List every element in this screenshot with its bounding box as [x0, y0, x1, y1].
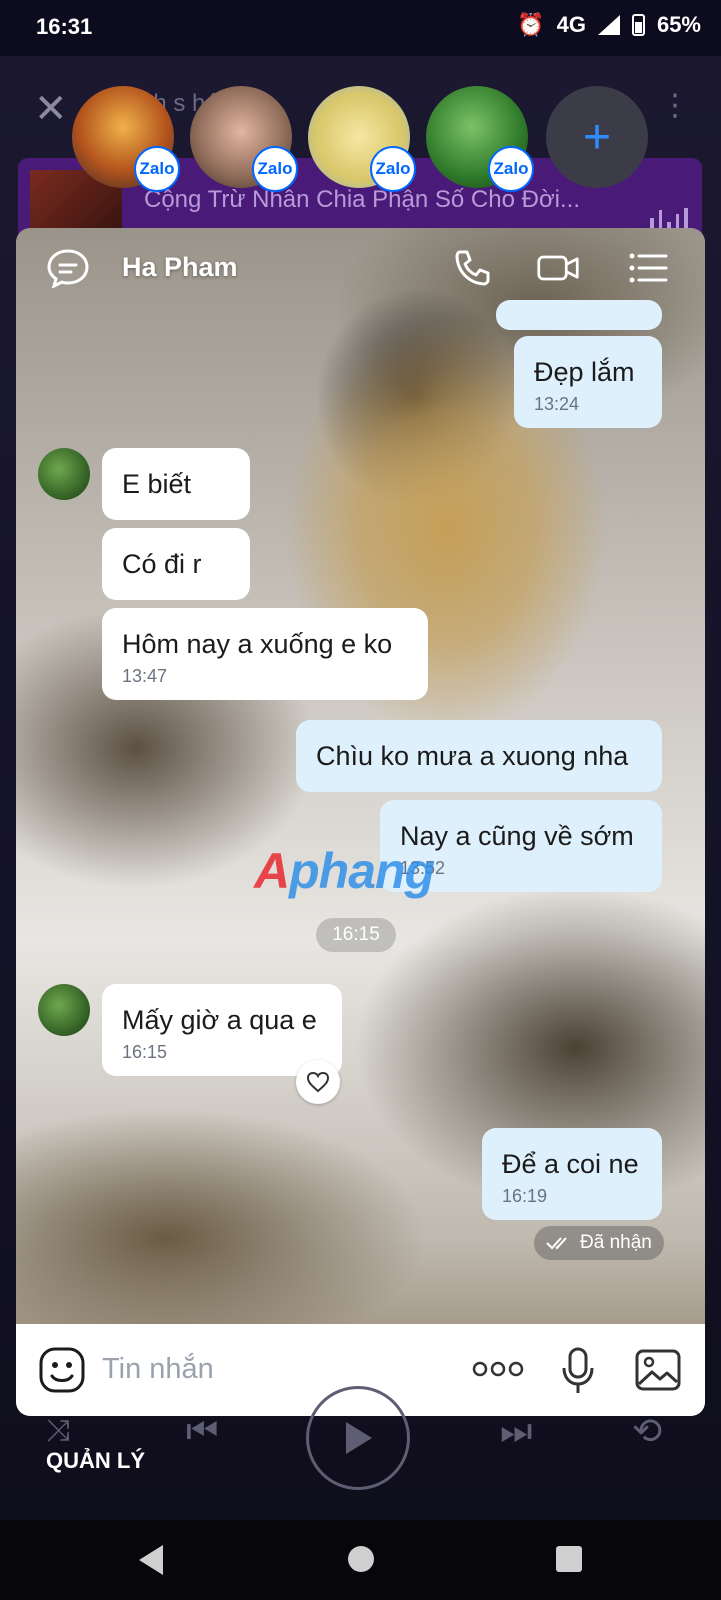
equalizer-icon [650, 206, 688, 230]
message-text: Mấy giờ a qua e [122, 1005, 317, 1035]
contact-avatar[interactable] [38, 448, 90, 500]
message-text: Hôm nay a xuống e ko [122, 629, 393, 659]
phone-icon[interactable] [452, 248, 496, 288]
sticker-emoji-icon[interactable] [38, 1346, 86, 1394]
previous-track-icon[interactable]: ⏮ [186, 1410, 218, 1453]
video-call-icon[interactable] [536, 248, 580, 288]
chat-window: Ha Pham Đẹp lắm 13:24 E biết Có đi r Hôm… [16, 228, 705, 1416]
message-bubble[interactable]: Để a coi ne 16:19 [482, 1128, 662, 1220]
navigation-bar [0, 1520, 721, 1600]
message-bubble[interactable]: Đẹp lắm 13:24 [514, 336, 662, 428]
chat-head-2[interactable]: Zalo [190, 86, 298, 192]
delivery-status-text: Đã nhận [580, 1232, 652, 1253]
message-text: Đẹp lắm [534, 357, 635, 387]
back-nav-icon[interactable] [136, 1542, 166, 1578]
message-text: Có đi r [122, 549, 202, 579]
network-type: 4G [556, 12, 586, 37]
message-input[interactable]: Tin nhắn [102, 1353, 214, 1386]
status-time: 16:31 [36, 14, 93, 39]
chat-bubble-icon[interactable] [46, 248, 90, 288]
zalo-badge: Zalo [488, 146, 534, 192]
battery-icon [631, 14, 645, 36]
contact-name[interactable]: Ha Pham [122, 252, 238, 283]
manage-label[interactable]: QUẢN LÝ [46, 1448, 145, 1474]
chat-options-icon[interactable] [626, 248, 670, 288]
repeat-icon[interactable]: ⟲ [632, 1410, 662, 1452]
message-time: 13:52 [400, 858, 446, 879]
signal-icon [597, 15, 620, 35]
home-nav-icon[interactable] [346, 1544, 376, 1574]
zalo-badge: Zalo [134, 146, 180, 192]
next-track-icon[interactable]: ⏭ [500, 1410, 532, 1453]
message-bubble[interactable]: Chìu ko mưa a xuong nha [296, 720, 662, 792]
chat-head-4[interactable]: Zalo [426, 86, 534, 192]
message-time: 16:19 [502, 1186, 548, 1207]
aphang-watermark: Aphang [254, 843, 435, 899]
double-check-icon [546, 1237, 567, 1250]
play-button[interactable] [306, 1386, 410, 1490]
heart-icon [306, 1071, 330, 1093]
react-heart-button[interactable] [296, 1060, 340, 1104]
add-chat-head-button[interactable]: + [546, 86, 648, 188]
message-time: 16:15 [122, 1042, 168, 1063]
image-gallery-icon[interactable] [634, 1348, 682, 1392]
message-list[interactable]: Đẹp lắm 13:24 E biết Có đi r Hôm nay a x… [16, 300, 705, 1318]
message-text: Nay a cũng về sớm [400, 821, 634, 851]
message-text: Chìu ko mưa a xuong nha [316, 741, 629, 771]
delivery-status: Đã nhận [534, 1226, 664, 1260]
microphone-icon[interactable] [560, 1346, 596, 1396]
close-icon[interactable]: ✕ [34, 86, 68, 132]
time-divider: 16:15 [316, 918, 396, 952]
recents-nav-icon[interactable] [554, 1544, 584, 1574]
chat-header: Ha Pham [16, 228, 705, 308]
message-text: E biết [122, 469, 192, 499]
message-time: 13:47 [122, 666, 168, 687]
shuffle-icon[interactable]: ⤨ [46, 1414, 70, 1448]
alarm-icon: ⏰ [517, 12, 545, 37]
message-bubble-partial [496, 300, 662, 330]
zalo-badge: Zalo [252, 146, 298, 192]
plus-icon: + [582, 110, 612, 164]
message-bubble[interactable]: Hôm nay a xuống e ko 13:47 [102, 608, 428, 700]
status-bar: 16:31 ⏰ 4G 65% [0, 0, 721, 56]
chat-head-3[interactable]: Zalo [308, 86, 416, 192]
more-options-icon[interactable] [472, 1360, 524, 1378]
message-bubble[interactable]: Có đi r [102, 528, 250, 600]
message-time: 13:24 [534, 394, 580, 415]
more-menu-icon[interactable]: ⋮ [660, 88, 690, 123]
message-bubble[interactable]: E biết [102, 448, 250, 520]
chat-head-1[interactable]: Zalo [72, 86, 180, 192]
battery-percent: 65% [656, 12, 701, 37]
play-icon [346, 1422, 372, 1454]
contact-avatar[interactable] [38, 984, 90, 1036]
message-text: Để a coi ne [502, 1149, 639, 1179]
zalo-badge: Zalo [370, 146, 416, 192]
